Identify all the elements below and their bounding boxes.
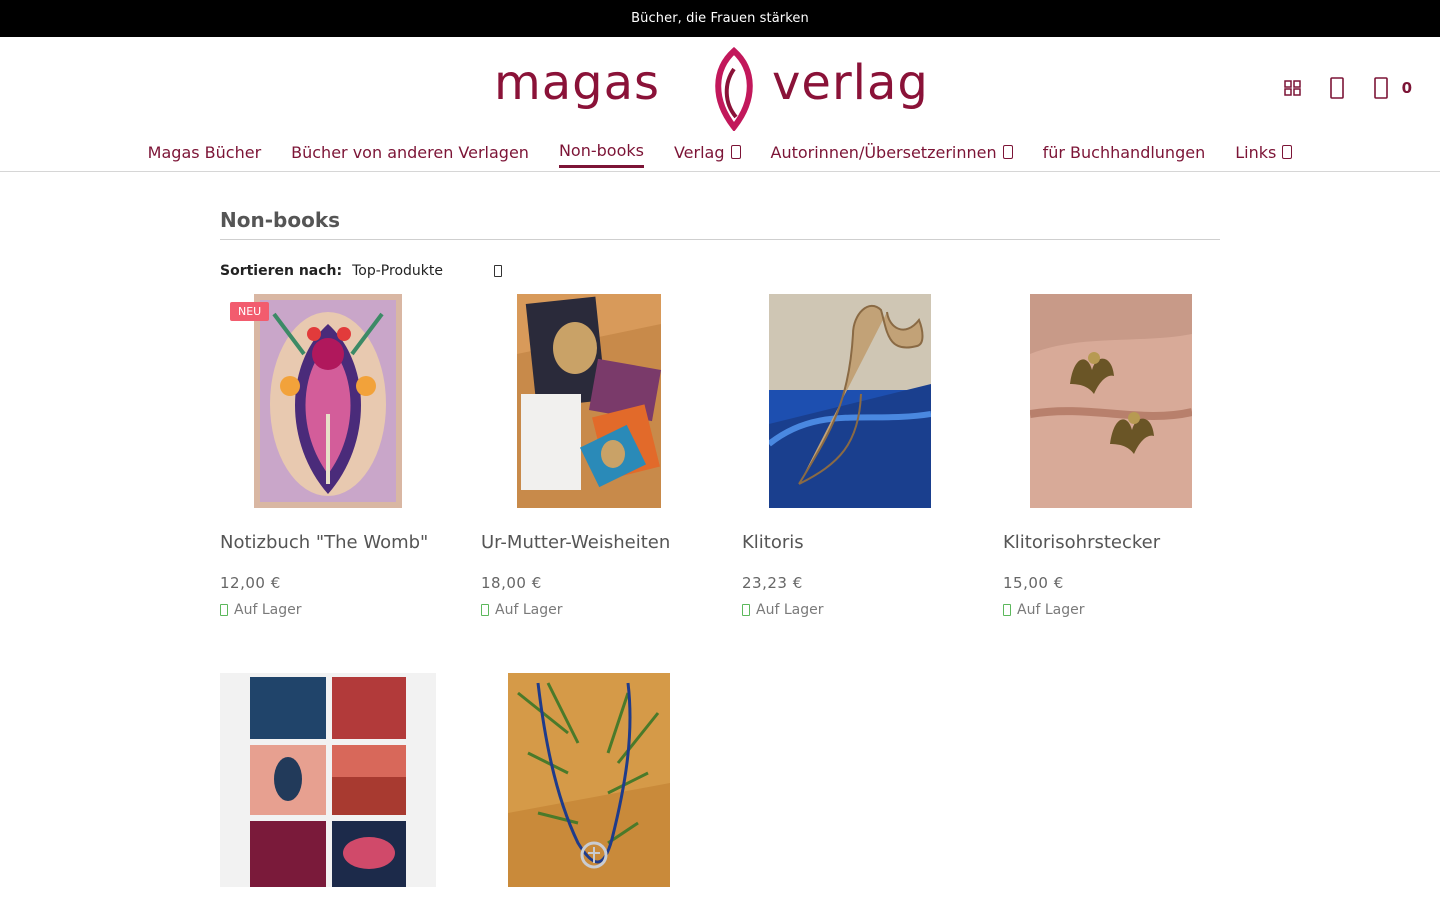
sort-select[interactable]: Top-Produkte xyxy=(352,263,503,279)
sort-label: Sortieren nach: xyxy=(220,263,343,279)
sort-bar: Sortieren nach: Top-Produkte xyxy=(220,262,1220,280)
ur-mutter-weisheiten-image xyxy=(517,294,661,508)
bracelet-image xyxy=(508,673,670,887)
product-price: 18,00 € xyxy=(481,574,542,592)
site-header: magas verlag 0 Magas Bücher Bücher von a… xyxy=(0,37,1440,172)
product-card[interactable]: Klitorisohrstecker 15,00 € Auf Lager xyxy=(1003,294,1219,618)
stock-status: Auf Lager xyxy=(742,602,958,618)
in-stock-icon xyxy=(220,604,228,616)
page-title: Non-books xyxy=(220,208,1220,240)
product-name[interactable]: Klitorisohrstecker xyxy=(1003,532,1219,554)
product-image[interactable] xyxy=(742,294,958,508)
chevron-down-icon xyxy=(730,145,741,159)
nav-buecher-andere-verlage[interactable]: Bücher von anderen Verlagen xyxy=(291,140,529,168)
product-card[interactable]: NEU Notizbuch "The Womb" 12,00 € Auf Lag… xyxy=(220,294,436,618)
sort-value: Top-Produkte xyxy=(352,263,443,279)
stock-label: Auf Lager xyxy=(234,602,302,618)
product-card[interactable] xyxy=(481,673,697,900)
nav-label: Non-books xyxy=(558,141,644,160)
klitoris-sculpture-image xyxy=(769,294,931,508)
product-card[interactable]: Klitoris 23,23 € Auf Lager xyxy=(742,294,958,618)
product-card[interactable]: Ur-Mutter-Weisheiten 18,00 € Auf Lager xyxy=(481,294,697,618)
product-image[interactable] xyxy=(220,673,436,887)
nav-label: Autorinnen/Übersetzerinnen xyxy=(770,142,997,162)
category-content: Non-books Sortieren nach: Top-Produkte N… xyxy=(220,172,1220,887)
stock-status: Auf Lager xyxy=(1003,602,1219,618)
nav-label: Bücher von anderen Verlagen xyxy=(291,142,529,162)
stock-label: Auf Lager xyxy=(756,602,824,618)
in-stock-icon xyxy=(742,604,750,616)
product-price: 23,23 € xyxy=(742,574,803,592)
chevron-down-icon xyxy=(494,265,503,277)
nav-non-books[interactable]: Non-books xyxy=(558,140,644,168)
in-stock-icon xyxy=(1003,604,1011,616)
compare-icon[interactable] xyxy=(1282,77,1304,99)
product-image[interactable] xyxy=(481,294,697,508)
nav-links[interactable]: Links xyxy=(1235,140,1293,168)
stock-label: Auf Lager xyxy=(495,602,563,618)
stock-status: Auf Lager xyxy=(481,602,697,618)
main-navigation: Magas Bücher Bücher von anderen Verlagen… xyxy=(0,140,1440,168)
nav-magas-buecher[interactable]: Magas Bücher xyxy=(148,140,261,168)
announcement-bar: Bücher, die Frauen stärken xyxy=(0,0,1440,37)
cart-count-badge: 0 xyxy=(1401,79,1412,97)
nav-label: Magas Bücher xyxy=(147,142,262,162)
product-name[interactable]: Notizbuch "The Womb" xyxy=(220,532,436,554)
account-icon[interactable] xyxy=(1326,77,1348,99)
chevron-down-icon xyxy=(1002,145,1013,159)
klitoris-earrings-image xyxy=(1030,294,1192,508)
postcard-set-image xyxy=(220,673,436,887)
product-card[interactable] xyxy=(220,673,436,900)
cart-icon[interactable] xyxy=(1370,77,1392,99)
product-price: 15,00 € xyxy=(1003,574,1064,592)
nav-label: für Buchhandlungen xyxy=(1042,142,1206,162)
logo-text-right: verlag xyxy=(772,55,929,111)
product-image[interactable]: NEU xyxy=(220,294,436,508)
header-actions: 0 xyxy=(1282,77,1412,99)
stock-status: Auf Lager xyxy=(220,602,436,618)
new-badge: NEU xyxy=(230,302,270,321)
leaf-logo-icon xyxy=(715,47,753,131)
nav-buchhandlungen[interactable]: für Buchhandlungen xyxy=(1043,140,1206,168)
product-price: 12,00 € xyxy=(220,574,281,592)
nav-autorinnen[interactable]: Autorinnen/Übersetzerinnen xyxy=(771,140,1013,168)
stock-label: Auf Lager xyxy=(1017,602,1085,618)
product-image[interactable] xyxy=(1003,294,1219,508)
in-stock-icon xyxy=(481,604,489,616)
product-name[interactable]: Klitoris xyxy=(742,532,958,554)
nav-label: Verlag xyxy=(673,142,725,162)
womb-notebook-image xyxy=(254,294,402,508)
nav-verlag[interactable]: Verlag xyxy=(674,140,741,168)
magas-verlag-logo[interactable]: magas verlag xyxy=(492,47,952,131)
product-image[interactable] xyxy=(481,673,697,887)
nav-label: Links xyxy=(1235,142,1277,162)
announcement-text: Bücher, die Frauen stärken xyxy=(631,11,809,26)
logo-text-left: magas xyxy=(494,55,661,111)
chevron-down-icon xyxy=(1282,145,1293,159)
product-name[interactable]: Ur-Mutter-Weisheiten xyxy=(481,532,697,554)
